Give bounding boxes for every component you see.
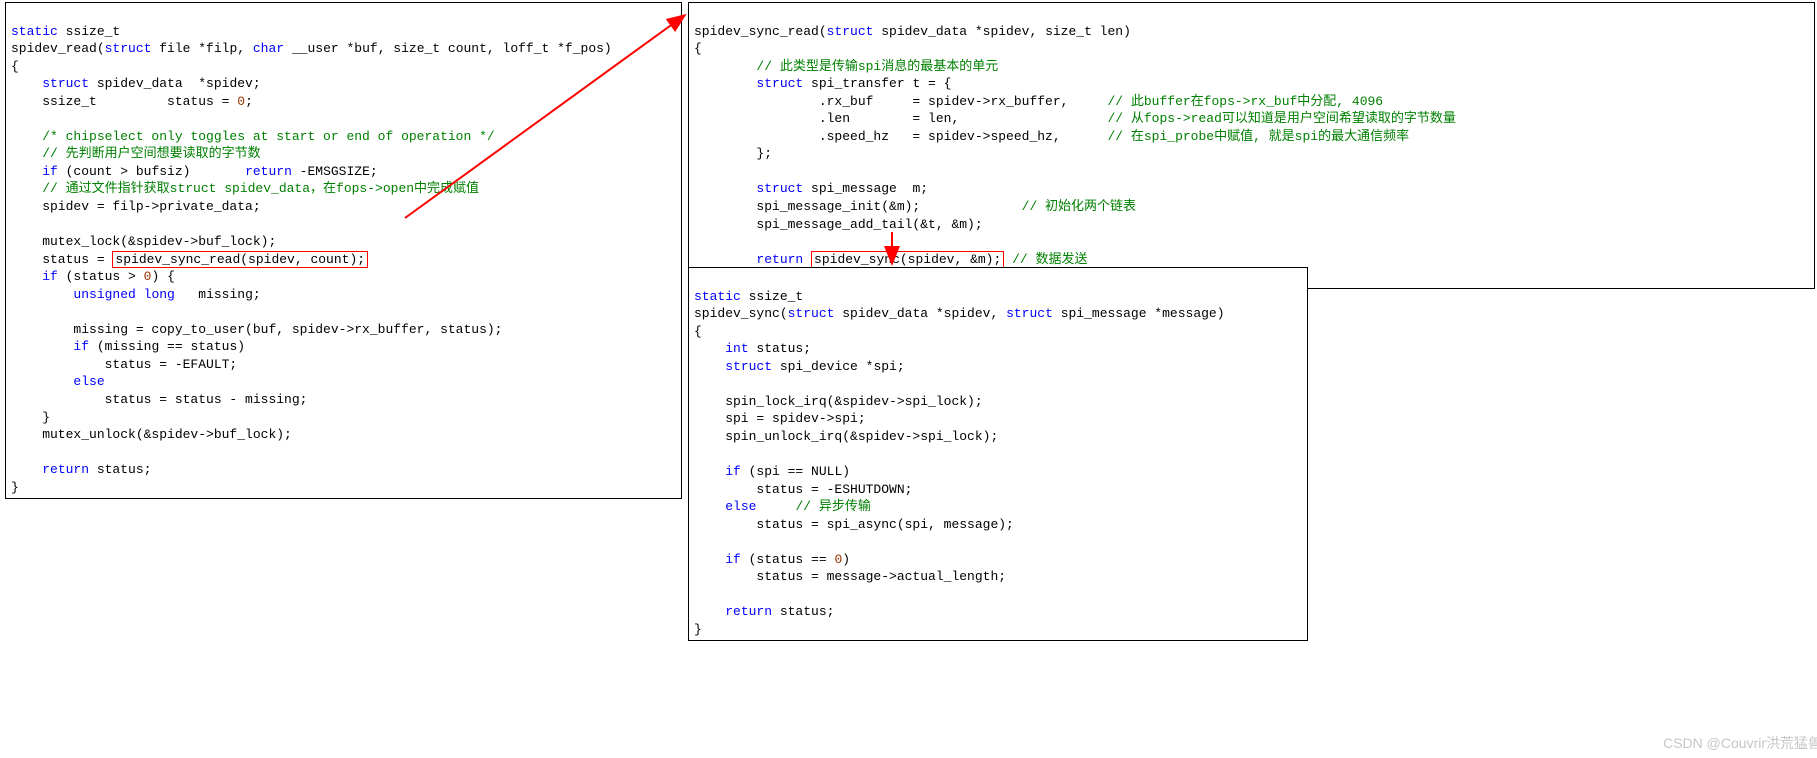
highlight-sync-read-call: spidev_sync_read(spidev, count);: [112, 251, 368, 268]
code-box-spidev-sync: static ssize_t spidev_sync(struct spidev…: [688, 267, 1308, 641]
watermark: CSDN @Couvrir洪荒猛兽: [1663, 733, 1817, 753]
highlight-sync-call: spidev_sync(spidev, &m);: [811, 251, 1004, 268]
code-box-spidev-read: static ssize_t spidev_read(struct file *…: [5, 2, 682, 499]
code-box-spidev-sync-read: spidev_sync_read(struct spidev_data *spi…: [688, 2, 1815, 289]
